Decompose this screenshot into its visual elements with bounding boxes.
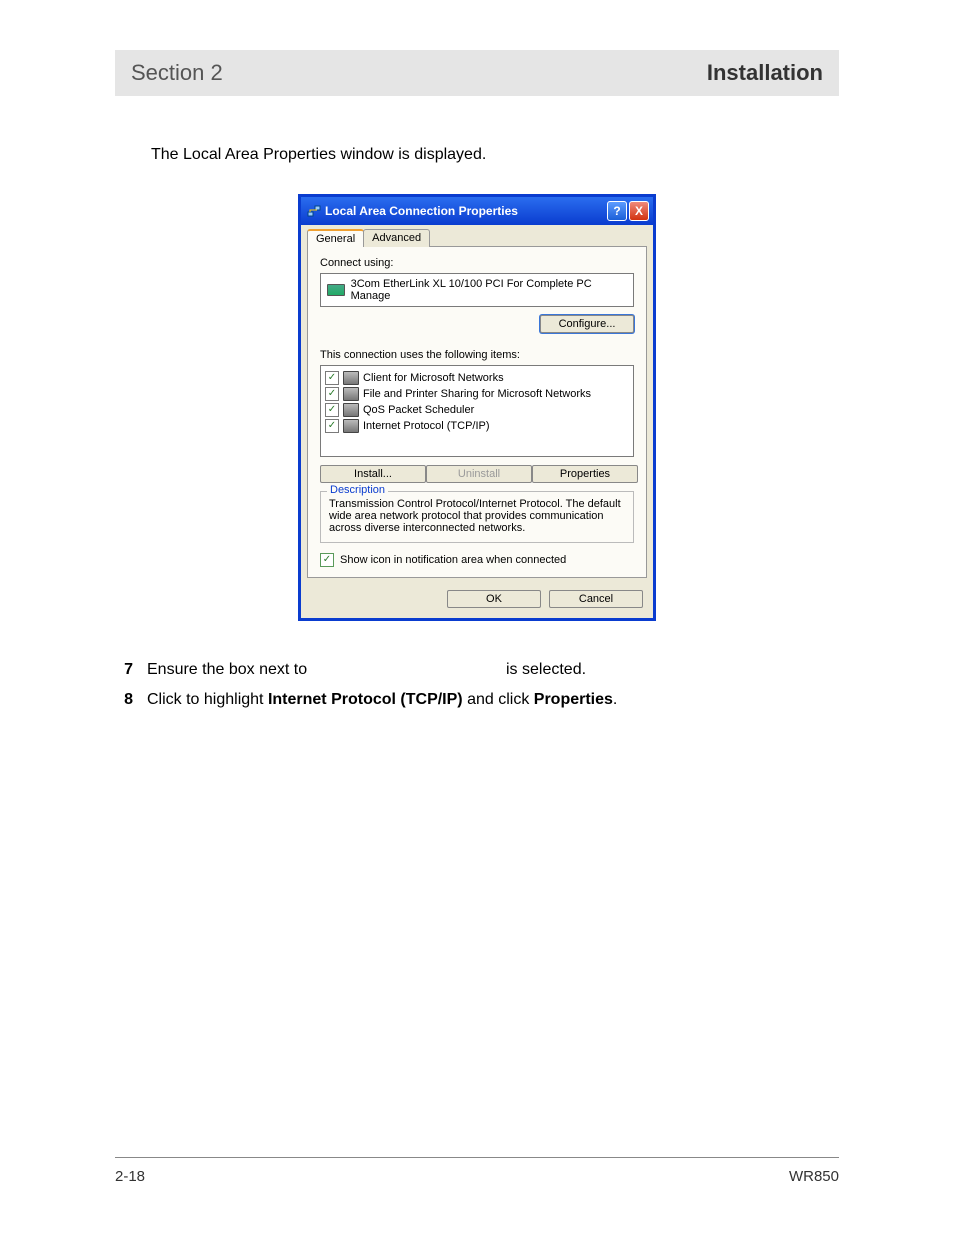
model-label: WR850 bbox=[789, 1168, 839, 1185]
properties-button[interactable]: Properties bbox=[532, 465, 638, 483]
checkbox-icon[interactable]: ✓ bbox=[325, 371, 339, 385]
client-icon bbox=[343, 371, 359, 385]
step-text: Ensure the box next to is selected. bbox=[147, 661, 586, 679]
show-icon-label: Show icon in notification area when conn… bbox=[340, 554, 566, 566]
configure-button[interactable]: Configure... bbox=[540, 315, 634, 333]
items-label: This connection uses the following items… bbox=[320, 349, 634, 361]
page-footer: 2-18 WR850 bbox=[115, 1157, 839, 1185]
checkbox-icon[interactable]: ✓ bbox=[325, 403, 339, 417]
step-number: 7 bbox=[115, 661, 133, 679]
network-icon bbox=[307, 204, 321, 218]
install-button[interactable]: Install... bbox=[320, 465, 426, 483]
description-box: Description Transmission Control Protoco… bbox=[320, 491, 634, 543]
properties-dialog: Local Area Connection Properties ? X Gen… bbox=[298, 194, 656, 621]
adapter-name: 3Com EtherLink XL 10/100 PCI For Complet… bbox=[351, 278, 627, 302]
list-item[interactable]: ✓ File and Printer Sharing for Microsoft… bbox=[325, 386, 629, 402]
close-button[interactable]: X bbox=[629, 201, 649, 221]
checkbox-icon[interactable]: ✓ bbox=[320, 553, 334, 567]
checkbox-icon[interactable]: ✓ bbox=[325, 419, 339, 433]
item-label: QoS Packet Scheduler bbox=[363, 404, 474, 416]
adapter-icon bbox=[327, 284, 345, 296]
checkbox-icon[interactable]: ✓ bbox=[325, 387, 339, 401]
step-7: 7 Ensure the box next to is selected. bbox=[115, 661, 839, 679]
uninstall-button: Uninstall bbox=[426, 465, 532, 483]
adapter-field[interactable]: 3Com EtherLink XL 10/100 PCI For Complet… bbox=[320, 273, 634, 307]
page-header: Section 2 Installation bbox=[115, 50, 839, 96]
intro-text: The Local Area Properties window is disp… bbox=[151, 146, 839, 164]
step-text: Click to highlight Internet Protocol (TC… bbox=[147, 691, 617, 709]
item-label: Internet Protocol (TCP/IP) bbox=[363, 420, 490, 432]
list-item[interactable]: ✓ QoS Packet Scheduler bbox=[325, 402, 629, 418]
show-icon-row[interactable]: ✓ Show icon in notification area when co… bbox=[320, 553, 634, 567]
tab-body: Connect using: 3Com EtherLink XL 10/100 … bbox=[307, 246, 647, 578]
cancel-button[interactable]: Cancel bbox=[549, 590, 643, 608]
tab-advanced[interactable]: Advanced bbox=[363, 229, 430, 247]
item-label: File and Printer Sharing for Microsoft N… bbox=[363, 388, 591, 400]
service-icon bbox=[343, 387, 359, 401]
connect-using-label: Connect using: bbox=[320, 257, 634, 269]
ok-button[interactable]: OK bbox=[447, 590, 541, 608]
tab-strip: General Advanced bbox=[301, 225, 653, 247]
tab-general[interactable]: General bbox=[307, 229, 364, 247]
titlebar[interactable]: Local Area Connection Properties ? X bbox=[301, 197, 653, 225]
dialog-title: Local Area Connection Properties bbox=[325, 204, 518, 218]
step-8: 8 Click to highlight Internet Protocol (… bbox=[115, 691, 839, 709]
description-legend: Description bbox=[327, 484, 388, 496]
description-text: Transmission Control Protocol/Internet P… bbox=[329, 498, 621, 534]
item-label: Client for Microsoft Networks bbox=[363, 372, 504, 384]
step-list: 7 Ensure the box next to is selected. 8 … bbox=[115, 661, 839, 709]
step-number: 8 bbox=[115, 691, 133, 709]
page-number: 2-18 bbox=[115, 1168, 145, 1185]
protocol-icon bbox=[343, 419, 359, 433]
list-item[interactable]: ✓ Internet Protocol (TCP/IP) bbox=[325, 418, 629, 434]
service-icon bbox=[343, 403, 359, 417]
section-label: Section 2 bbox=[131, 60, 223, 86]
page-title: Installation bbox=[707, 60, 823, 86]
help-button[interactable]: ? bbox=[607, 201, 627, 221]
items-list[interactable]: ✓ Client for Microsoft Networks ✓ File a… bbox=[320, 365, 634, 457]
list-item[interactable]: ✓ Client for Microsoft Networks bbox=[325, 370, 629, 386]
